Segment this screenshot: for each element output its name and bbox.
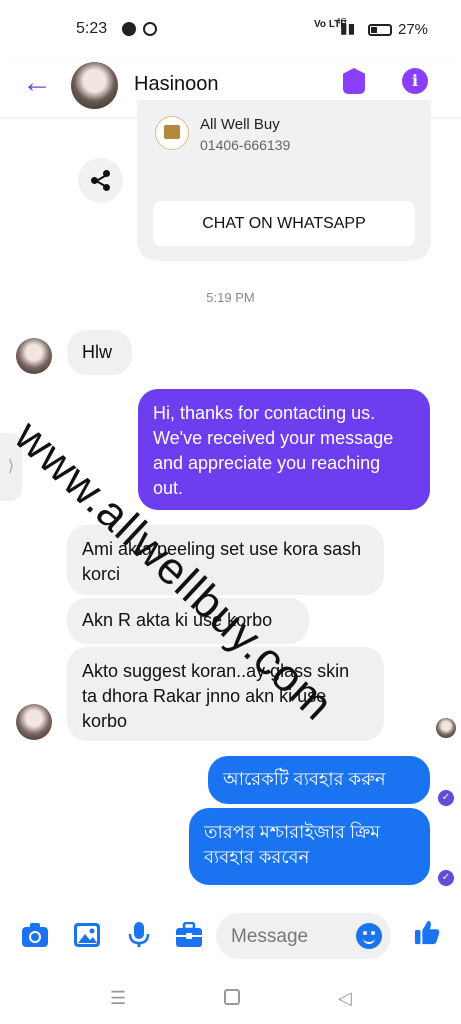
message-bubble-incoming[interactable]: Hlw bbox=[67, 330, 132, 375]
message-bubble-outgoing[interactable]: আরেকটি ব্যবহার করুন bbox=[208, 756, 430, 804]
share-icon[interactable] bbox=[78, 158, 123, 203]
contact-avatar-small bbox=[16, 704, 52, 740]
shared-contact-card: All Well Buy 01406-666139 CHAT ON WHATSA… bbox=[137, 100, 431, 261]
message-bubble-outgoing[interactable]: Hi, thanks for contacting us. We've rece… bbox=[138, 389, 430, 510]
home-icon[interactable] bbox=[224, 989, 240, 1005]
messenger-outline-icon bbox=[143, 22, 157, 36]
emoji-icon[interactable] bbox=[356, 923, 382, 949]
sent-check-icon: ✓ bbox=[438, 870, 454, 886]
contact-avatar-small bbox=[16, 338, 52, 374]
message-input[interactable]: Message bbox=[216, 913, 391, 959]
microphone-icon[interactable] bbox=[125, 922, 153, 948]
thumbs-up-icon[interactable] bbox=[413, 919, 441, 945]
system-navigation-bar: ☰ ◁ bbox=[0, 970, 461, 1024]
status-bar: 5:23 Vo LTE 4G ▮▮ 27% bbox=[0, 0, 461, 60]
sent-check-icon: ✓ bbox=[438, 790, 454, 806]
message-placeholder: Message bbox=[231, 926, 309, 947]
menu-icon[interactable]: ☰ bbox=[110, 988, 126, 1009]
tag-icon[interactable] bbox=[343, 68, 365, 94]
message-bubble-outgoing[interactable]: তারপর মশ্চারাইজার ক্রিম ব্যবহার করবেন bbox=[189, 808, 430, 885]
image-icon[interactable] bbox=[73, 922, 101, 948]
camera-icon[interactable] bbox=[21, 922, 49, 948]
messenger-icon bbox=[122, 22, 136, 36]
message-timestamp: 5:19 PM bbox=[206, 290, 255, 305]
signal-label: 4G bbox=[336, 17, 347, 26]
business-phone: 01406-666139 bbox=[200, 137, 291, 153]
message-composer: Message bbox=[0, 905, 461, 965]
contact-avatar[interactable] bbox=[71, 62, 118, 109]
business-logo bbox=[155, 116, 189, 150]
contact-name[interactable]: Hasinoon bbox=[134, 73, 219, 96]
signal-icon: 4G ▮▮ bbox=[336, 17, 356, 36]
battery-icon bbox=[368, 24, 392, 36]
briefcase-icon[interactable] bbox=[175, 922, 203, 948]
read-receipt-avatar bbox=[436, 718, 456, 738]
back-nav-icon[interactable]: ◁ bbox=[338, 988, 352, 1009]
business-name: All Well Buy bbox=[200, 116, 280, 133]
info-icon[interactable]: i bbox=[402, 68, 428, 94]
battery-percentage: 27% bbox=[398, 21, 429, 38]
arrow-left-icon[interactable]: ← bbox=[22, 66, 52, 100]
status-time: 5:23 bbox=[76, 20, 108, 37]
chat-on-whatsapp-button[interactable]: CHAT ON WHATSAPP bbox=[153, 201, 415, 246]
